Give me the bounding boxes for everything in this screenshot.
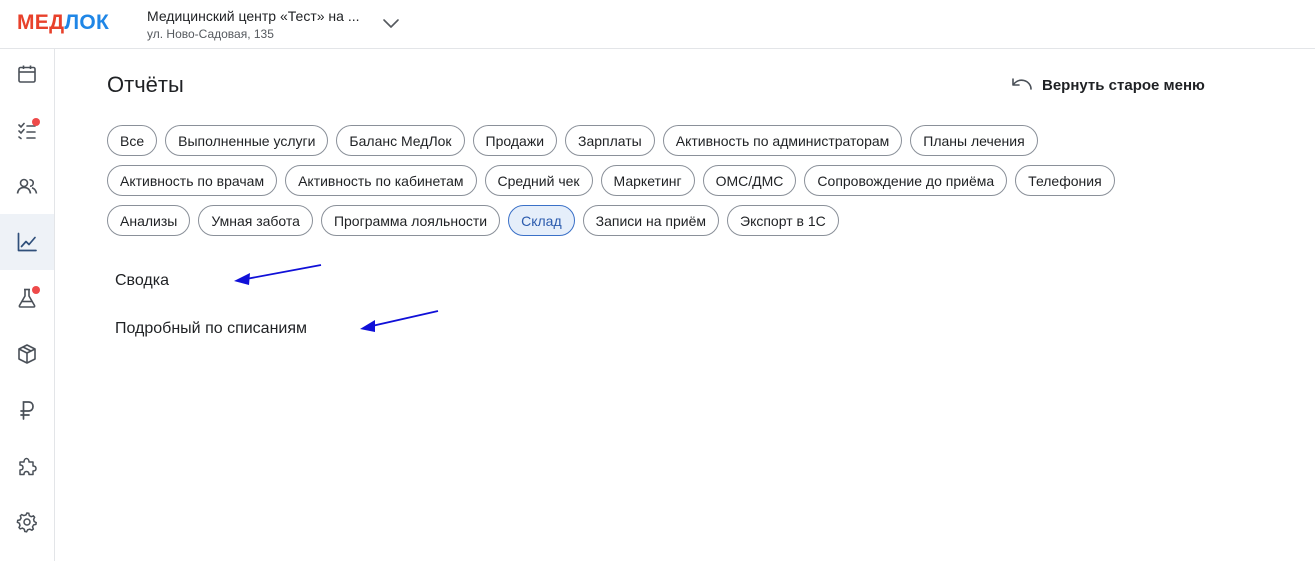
notification-badge <box>32 118 40 126</box>
clinic-address: ул. Ново-Садовая, 135 <box>147 27 274 41</box>
puzzle-icon <box>19 457 37 476</box>
chevron-down-icon[interactable] <box>382 16 400 30</box>
chip-telephony[interactable]: Телефония <box>1015 165 1115 196</box>
notification-badge <box>32 286 40 294</box>
calendar-icon <box>18 65 36 83</box>
clinic-name: Медицинский центр «Тест» на ... <box>147 8 360 24</box>
restore-old-menu-label: Вернуть старое меню <box>1042 76 1205 94</box>
chip-loyalty-program[interactable]: Программа лояльности <box>320 205 501 236</box>
gear-icon <box>16 512 38 533</box>
sidebar-item-lab[interactable] <box>0 270 54 326</box>
chip-row: Анализы Умная забота Программа лояльност… <box>107 205 1187 236</box>
clinic-selector[interactable]: Медицинский центр «Тест» на ... ул. Ново… <box>147 7 359 42</box>
chip-oms-dms[interactable]: ОМС/ДМС <box>702 165 797 196</box>
chip-treatment-plans[interactable]: Планы лечения <box>910 125 1038 156</box>
report-link-write-offs[interactable]: Подробный по списаниям <box>115 320 307 338</box>
restore-old-menu-button[interactable]: Вернуть старое меню <box>1011 74 1205 96</box>
sidebar-item-warehouse[interactable] <box>0 326 54 382</box>
undo-icon <box>1012 78 1032 90</box>
users-icon <box>16 178 38 194</box>
app-header: МЕДЛОК Медицинский центр «Тест» на ... у… <box>0 0 1315 49</box>
chip-all[interactable]: Все <box>107 125 158 156</box>
logo-part-lok: ЛОК <box>64 11 110 34</box>
sidebar-item-settings[interactable] <box>0 494 54 550</box>
sidebar-item-patients[interactable] <box>0 158 54 214</box>
chip-salaries[interactable]: Зарплаты <box>565 125 655 156</box>
report-link-summary[interactable]: Сводка <box>115 272 169 290</box>
medlok-logo[interactable]: МЕДЛОК <box>17 11 109 35</box>
chip-admin-activity[interactable]: Активность по администраторам <box>662 125 903 156</box>
chip-room-activity[interactable]: Активность по кабинетам <box>285 165 477 196</box>
box-icon <box>18 344 36 364</box>
report-category-filters: Все Выполненные услуги Баланс МедЛок Про… <box>107 125 1187 245</box>
chip-row: Все Выполненные услуги Баланс МедЛок Про… <box>107 125 1187 156</box>
chip-warehouse[interactable]: Склад <box>508 205 575 236</box>
ruble-icon <box>20 401 34 420</box>
chip-export-1c[interactable]: Экспорт в 1С <box>727 205 839 236</box>
annotation-arrow <box>360 310 439 332</box>
chip-pre-visit-support[interactable]: Сопровождение до приёма <box>804 165 1008 196</box>
chip-doctor-activity[interactable]: Активность по врачам <box>107 165 278 196</box>
chip-analyses[interactable]: Анализы <box>107 205 191 236</box>
sidebar-item-finance[interactable] <box>0 382 54 438</box>
chart-icon <box>17 232 37 252</box>
chip-average-check[interactable]: Средний чек <box>484 165 593 196</box>
logo-part-med: МЕД <box>17 11 65 34</box>
chip-row: Активность по врачам Активность по кабин… <box>107 165 1187 196</box>
annotation-arrow <box>234 264 322 285</box>
sidebar-item-calendar[interactable] <box>0 46 54 102</box>
sidebar-item-integrations[interactable] <box>0 438 54 494</box>
page-title: Отчёты <box>107 72 184 97</box>
sidebar <box>0 49 55 561</box>
sidebar-item-tasks[interactable] <box>0 102 54 158</box>
chip-sales[interactable]: Продажи <box>472 125 558 156</box>
chip-medlok-balance[interactable]: Баланс МедЛок <box>336 125 465 156</box>
chip-appointments[interactable]: Записи на приём <box>582 205 719 236</box>
chip-smart-care[interactable]: Умная забота <box>198 205 313 236</box>
sidebar-item-reports[interactable] <box>0 214 54 270</box>
chip-marketing[interactable]: Маркетинг <box>600 165 695 196</box>
chip-completed-services[interactable]: Выполненные услуги <box>165 125 329 156</box>
